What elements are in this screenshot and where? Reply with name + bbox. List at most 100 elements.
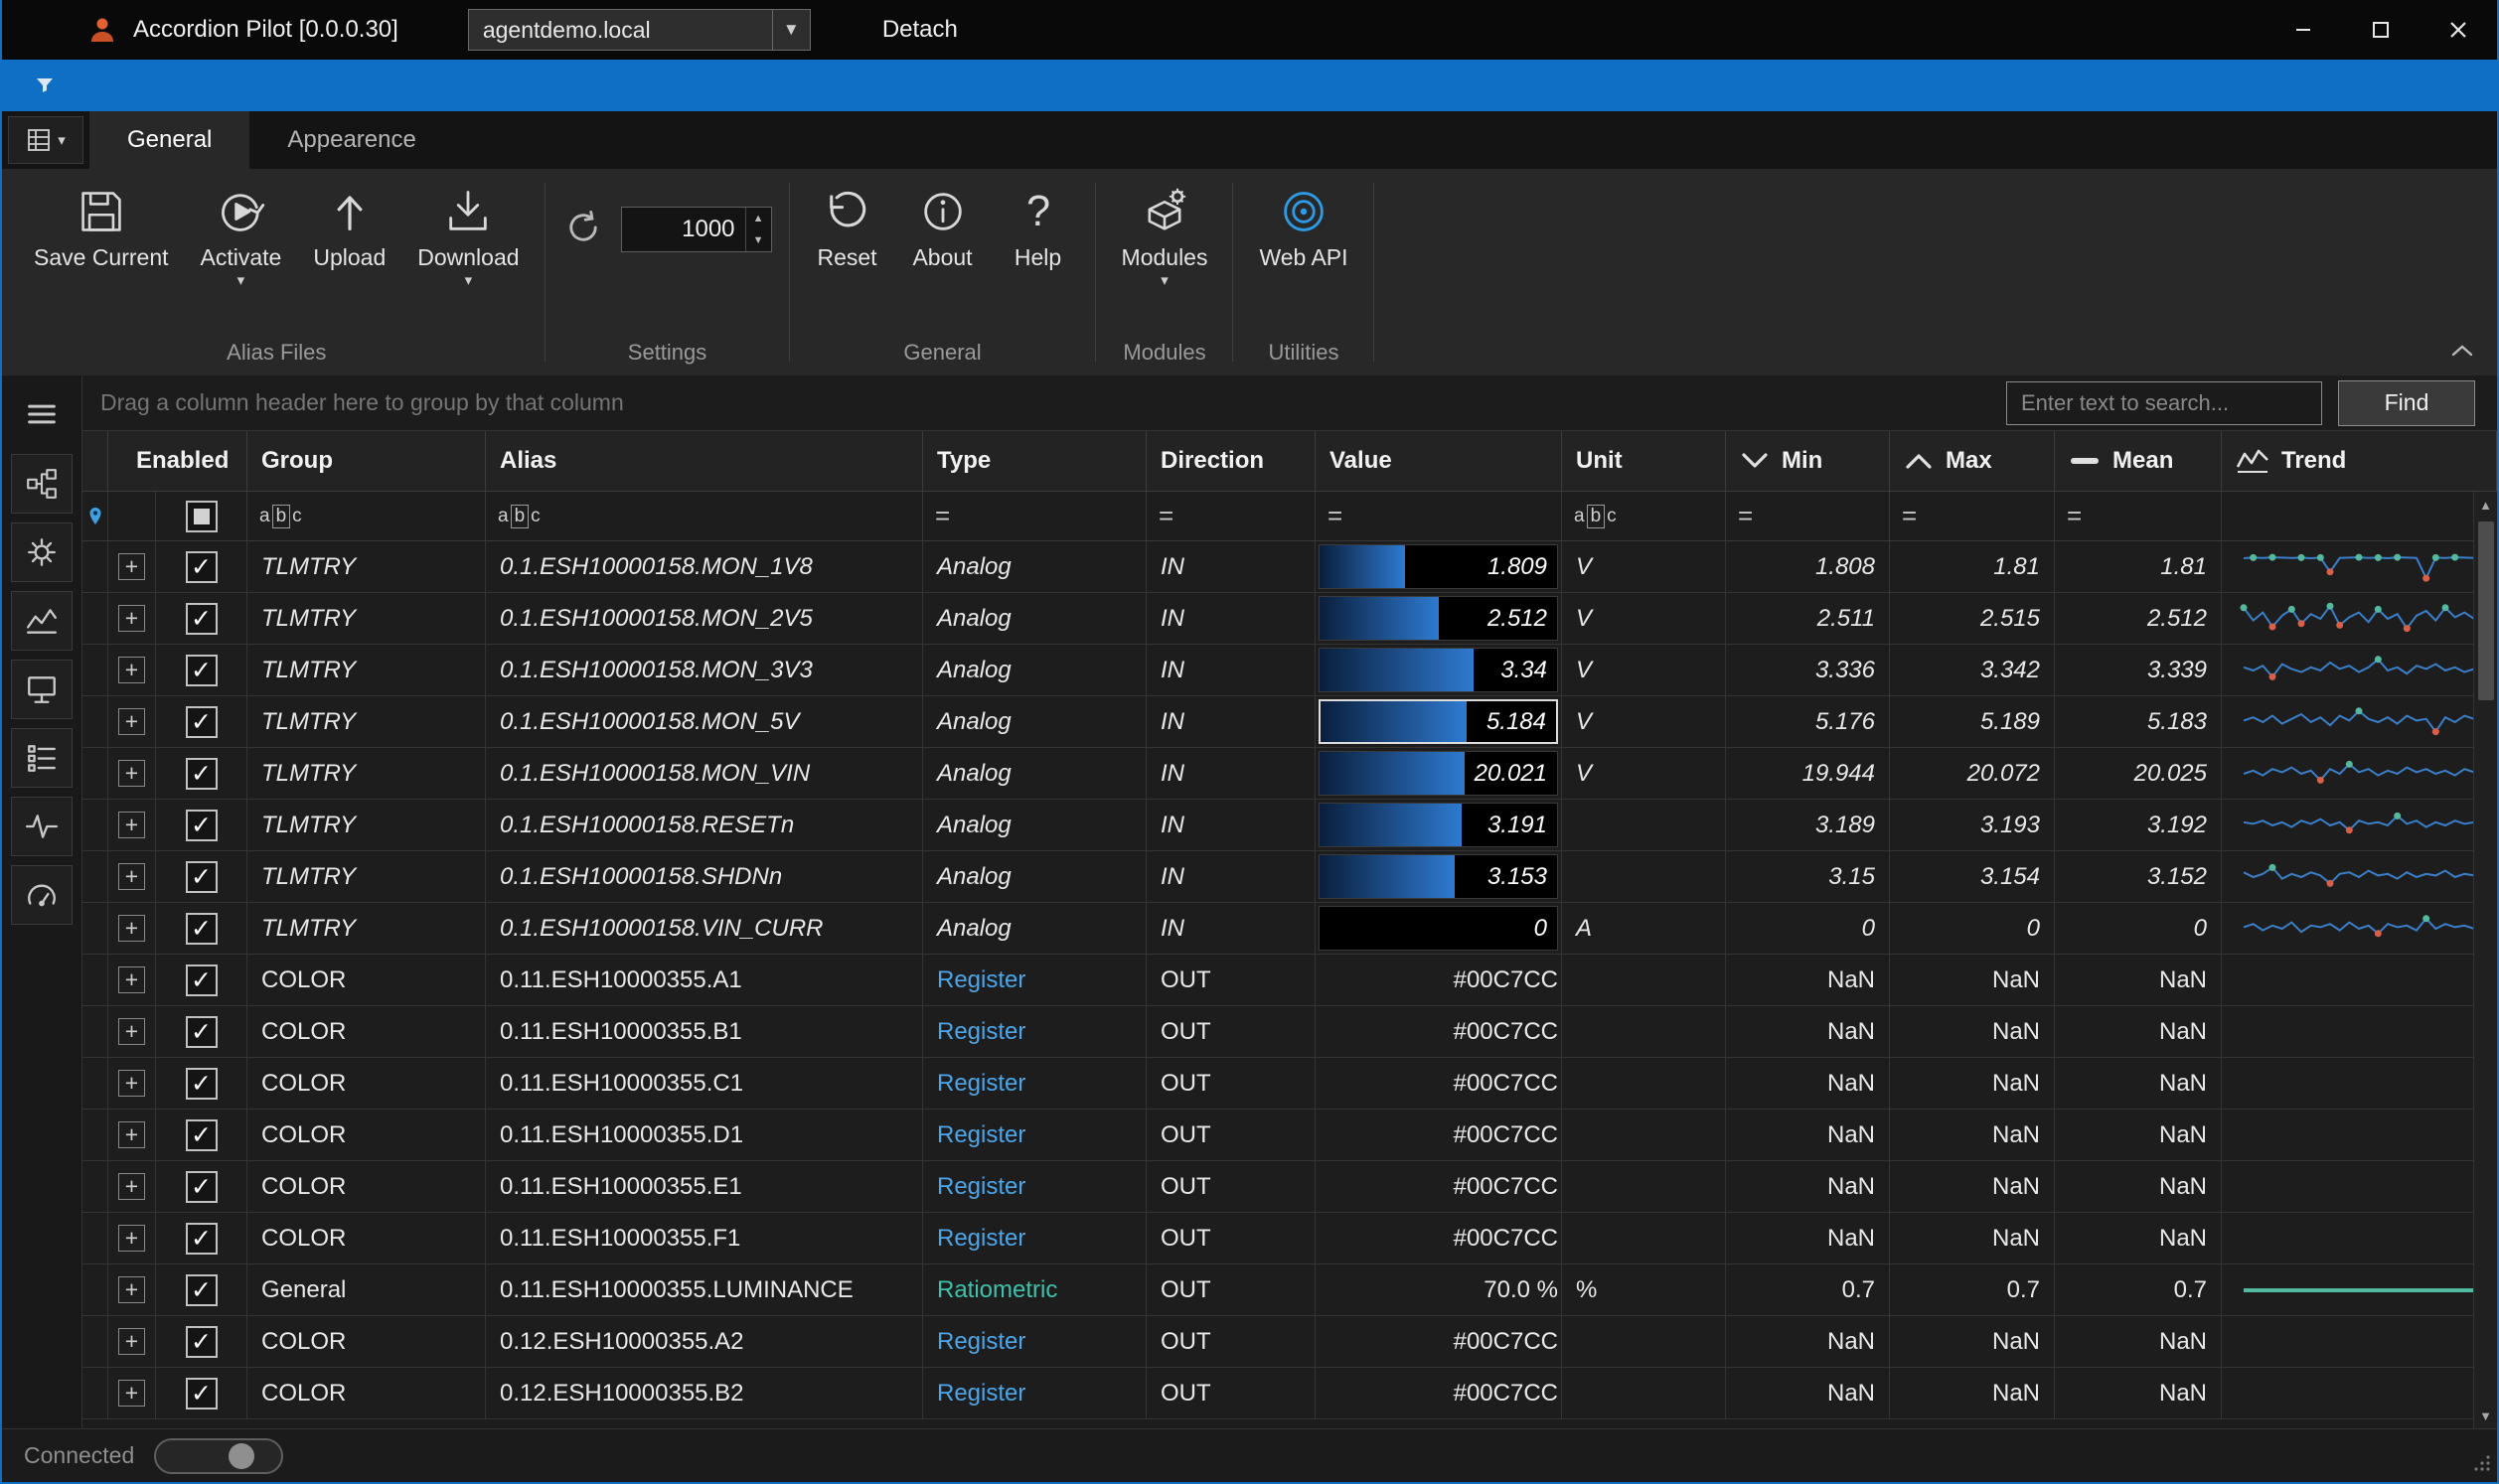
filter-cell-enabled[interactable] [156,492,247,540]
equals-filter-icon[interactable]: = [1738,501,1753,531]
table-row[interactable]: +✓COLOR0.11.ESH10000355.B1RegisterOUT#00… [82,1006,2497,1058]
column-header-type[interactable]: Type [923,431,1147,491]
filter-cell-mean[interactable]: = [2055,492,2222,540]
about-button[interactable]: About [895,175,991,271]
expand-button[interactable]: + [118,1018,145,1045]
equals-filter-icon[interactable]: = [1328,501,1342,531]
collapse-ribbon-button[interactable] [2449,343,2475,364]
expand-button[interactable]: + [118,605,145,632]
sidebar-item-menu[interactable] [11,389,73,439]
web-api-button[interactable]: Web API [1243,175,1363,271]
expand-button[interactable]: + [118,760,145,787]
row-checkbox-checked[interactable]: ✓ [186,913,218,945]
row-checkbox-checked[interactable]: ✓ [186,1378,218,1410]
filter-cell-type[interactable]: = [923,492,1147,540]
activate-button[interactable]: Activate ▾ [185,175,298,288]
table-row[interactable]: +✓TLMTRY0.1.ESH10000158.MON_5VAnalogIN5.… [82,696,2497,748]
reset-button[interactable]: Reset [800,175,895,271]
filter-cell-min[interactable]: = [1726,492,1890,540]
row-checkbox-checked[interactable]: ✓ [186,603,218,635]
column-header-group[interactable]: Group [247,431,486,491]
filter-cell-max[interactable]: = [1890,492,2055,540]
expand-button[interactable]: + [118,1328,145,1355]
sidebar-item-settings-gear[interactable] [11,522,73,582]
vertical-scrollbar[interactable]: ▲ ▼ [2473,492,2497,1428]
table-row[interactable]: +✓TLMTRY0.1.ESH10000158.MON_2V5AnalogIN2… [82,593,2497,645]
filter-cell-group[interactable]: abc [247,492,486,540]
filter-cell-trend[interactable] [2222,492,2497,540]
table-row[interactable]: +✓COLOR0.12.ESH10000355.A2RegisterOUT#00… [82,1316,2497,1368]
expand-button[interactable]: + [118,708,145,735]
checkbox-indeterminate[interactable] [186,501,218,532]
column-header-alias[interactable]: Alias [486,431,923,491]
filter-cell-alias[interactable]: abc [486,492,923,540]
table-row[interactable]: +✓COLOR0.12.ESH10000355.B2RegisterOUT#00… [82,1368,2497,1419]
table-row[interactable]: +✓TLMTRY0.1.ESH10000158.MON_1V8AnalogIN1… [82,541,2497,593]
row-checkbox-checked[interactable]: ✓ [186,1326,218,1358]
column-header-trend[interactable]: Trend [2222,431,2497,491]
equals-filter-icon[interactable]: = [2067,501,2082,531]
sidebar-item-chart[interactable] [11,591,73,651]
minimize-button[interactable] [2265,0,2342,60]
host-selector[interactable]: agentdemo.local ▼ [468,9,811,51]
scrollbar-thumb[interactable] [2478,521,2494,700]
table-row[interactable]: +✓COLOR0.11.ESH10000355.D1RegisterOUT#00… [82,1110,2497,1161]
equals-filter-icon[interactable]: = [935,501,950,531]
column-header-value[interactable]: Value [1316,431,1562,491]
spinner-arrows[interactable]: ▲▼ [745,208,771,251]
spin-down-icon[interactable]: ▼ [746,229,771,251]
application-menu-button[interactable]: ▾ [8,116,83,164]
help-button[interactable]: ? Help [991,175,1086,271]
expand-button[interactable]: + [118,915,145,942]
table-row[interactable]: +✓TLMTRY0.1.ESH10000158.VIN_CURRAnalogIN… [82,903,2497,955]
expand-button[interactable]: + [118,1276,145,1303]
column-header-min[interactable]: Min [1726,431,1890,491]
expand-button[interactable]: + [118,1380,145,1407]
expand-button[interactable]: + [118,553,145,580]
expand-button[interactable]: + [118,1173,145,1200]
tab-appearence[interactable]: Appearence [249,111,453,169]
equals-filter-icon[interactable]: = [1159,501,1173,531]
upload-button[interactable]: Upload [297,175,401,271]
table-row[interactable]: +✓COLOR0.11.ESH10000355.C1RegisterOUT#00… [82,1058,2497,1110]
row-checkbox-checked[interactable]: ✓ [186,706,218,738]
table-row[interactable]: +✓TLMTRY0.1.ESH10000158.MON_VINAnalogIN2… [82,748,2497,800]
expand-button[interactable]: + [118,1070,145,1097]
table-row[interactable]: +✓General0.11.ESH10000355.LUMINANCERatio… [82,1264,2497,1316]
expand-button[interactable]: + [118,812,145,838]
group-by-panel[interactable]: Drag a column header here to group by th… [82,375,2497,431]
abc-filter-icon[interactable]: abc [498,505,541,528]
row-checkbox-checked[interactable]: ✓ [186,1274,218,1306]
scroll-up-icon[interactable]: ▲ [2474,492,2497,518]
resize-grip-icon[interactable] [2473,1454,2491,1477]
spin-up-icon[interactable]: ▲ [746,208,771,229]
row-checkbox-checked[interactable]: ✓ [186,1016,218,1048]
sidebar-item-display[interactable] [11,660,73,719]
table-row[interactable]: +✓COLOR0.11.ESH10000355.E1RegisterOUT#00… [82,1161,2497,1213]
equals-filter-icon[interactable]: = [1902,501,1917,531]
abc-filter-icon[interactable]: abc [1574,505,1617,528]
sidebar-item-hierarchy[interactable] [11,454,73,514]
row-checkbox-checked[interactable]: ✓ [186,551,218,583]
row-checkbox-checked[interactable]: ✓ [186,1068,218,1100]
table-row[interactable]: +✓TLMTRY0.1.ESH10000158.RESETnAnalogIN3.… [82,800,2497,851]
detach-button[interactable]: Detach [882,16,958,44]
connection-toggle[interactable] [154,1438,283,1474]
row-checkbox-checked[interactable]: ✓ [186,810,218,841]
sidebar-item-gauge[interactable] [11,865,73,925]
table-row[interactable]: +✓TLMTRY0.1.ESH10000158.MON_3V3AnalogIN3… [82,645,2497,696]
close-button[interactable] [2420,0,2497,60]
tab-general[interactable]: General [89,111,249,169]
save-current-button[interactable]: Save Current [18,175,185,271]
expand-button[interactable]: + [118,966,145,993]
expand-button[interactable]: + [118,657,145,683]
column-header-enabled[interactable]: Enabled [108,431,247,491]
download-button[interactable]: Download ▾ [401,175,535,288]
search-input[interactable] [2006,381,2322,425]
find-button[interactable]: Find [2338,380,2475,426]
table-row[interactable]: +✓COLOR0.11.ESH10000355.A1RegisterOUT#00… [82,955,2497,1006]
row-checkbox-checked[interactable]: ✓ [186,861,218,893]
row-checkbox-checked[interactable]: ✓ [186,1171,218,1203]
row-checkbox-checked[interactable]: ✓ [186,965,218,996]
table-row[interactable]: +✓COLOR0.11.ESH10000355.F1RegisterOUT#00… [82,1213,2497,1264]
